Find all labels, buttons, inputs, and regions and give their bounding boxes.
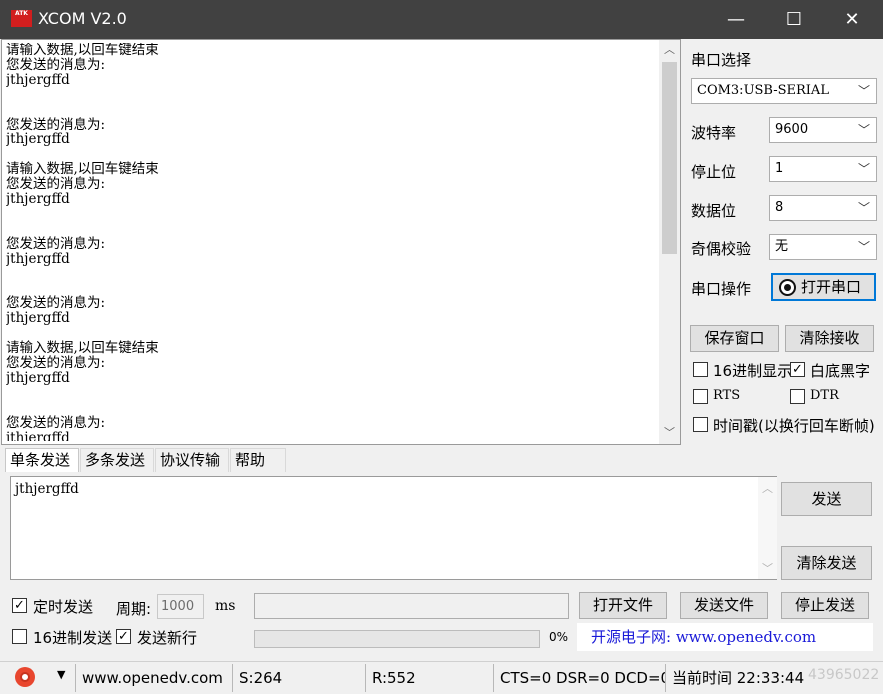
status-line-states: CTS=0 DSR=0 DCD=0 xyxy=(493,664,665,692)
port-status-icon xyxy=(779,279,796,296)
app-logo-icon: ATK xyxy=(11,10,32,27)
hex-send-label: 16进制发送 xyxy=(33,629,113,647)
status-website[interactable]: www.openedv.com xyxy=(75,664,229,692)
hex-display-label: 16进制显示 xyxy=(713,362,793,380)
send-text: jthjergffd xyxy=(15,481,79,497)
data-bits-select[interactable]: 8 ﹀ xyxy=(769,195,877,221)
progress-percent: 0% xyxy=(549,630,569,644)
stop-bits-select[interactable]: 1 ﹀ xyxy=(769,156,877,182)
scroll-down-icon[interactable]: ﹀ xyxy=(659,423,680,443)
dtr-checkbox[interactable] xyxy=(790,389,805,404)
parity-value: 无 xyxy=(775,239,789,254)
send-progress-bar xyxy=(254,630,540,648)
baud-select[interactable]: 9600 ﹀ xyxy=(769,117,877,143)
chevron-down-icon: ﹀ xyxy=(857,123,870,137)
stop-bits-label: 停止位 xyxy=(691,163,737,181)
tab-multi-send[interactable]: 多条发送 xyxy=(80,448,154,472)
baud-label: 波特率 xyxy=(691,124,737,142)
stop-send-button[interactable]: 停止发送 xyxy=(781,592,869,619)
white-black-label: 白底黑字 xyxy=(810,362,871,380)
send-file-button[interactable]: 发送文件 xyxy=(680,592,768,619)
receive-text: 请输入数据,以回车键结束 您发送的消息为: jthjergffd 您发送的消息为… xyxy=(6,43,159,441)
window-title: XCOM V2.0 xyxy=(38,9,127,28)
scroll-down-icon[interactable]: ﹀ xyxy=(758,559,777,579)
receive-scrollbar[interactable]: ︿ ﹀ xyxy=(659,40,680,444)
receive-area[interactable]: 请输入数据,以回车键结束 您发送的消息为: jthjergffd 您发送的消息为… xyxy=(1,39,681,445)
period-input[interactable]: 1000 xyxy=(157,594,204,619)
status-time: 当前时间 22:33:44 xyxy=(665,664,805,692)
send-newline-checkbox[interactable]: ✓ xyxy=(116,629,131,644)
scrollbar-thumb[interactable] xyxy=(662,62,677,254)
parity-select[interactable]: 无 ﹀ xyxy=(769,234,877,260)
chevron-down-icon: ﹀ xyxy=(857,201,870,215)
chevron-down-icon: ﹀ xyxy=(857,240,870,254)
tab-single-send[interactable]: 单条发送 xyxy=(5,448,79,472)
data-bits-value: 8 xyxy=(775,200,784,215)
tab-protocol[interactable]: 协议传输 xyxy=(155,448,229,472)
stop-bits-value: 1 xyxy=(775,161,784,176)
clear-receive-button[interactable]: 清除接收 xyxy=(785,325,874,352)
tab-help[interactable]: 帮助 xyxy=(230,448,286,472)
chevron-down-icon: ﹀ xyxy=(857,84,870,98)
parity-label: 奇偶校验 xyxy=(691,240,752,258)
clear-send-button[interactable]: 清除发送 xyxy=(781,546,872,580)
scroll-up-icon[interactable]: ︿ xyxy=(758,479,777,499)
minimize-button[interactable]: — xyxy=(707,0,765,39)
data-bits-label: 数据位 xyxy=(691,202,737,220)
port-op-label: 串口操作 xyxy=(691,280,752,298)
chevron-down-icon: ﹀ xyxy=(857,162,870,176)
period-unit: ms xyxy=(215,598,236,614)
rts-checkbox[interactable] xyxy=(693,389,708,404)
open-port-label: 打开串口 xyxy=(801,278,862,296)
port-select-value: COM3:USB-SERIAL xyxy=(697,83,829,98)
send-input[interactable]: jthjergffd ︿ ﹀ xyxy=(10,476,777,580)
close-button[interactable]: ✕ xyxy=(823,0,881,39)
status-received-count: R:552 xyxy=(365,664,493,692)
rts-label: RTS xyxy=(713,388,741,403)
white-black-checkbox[interactable]: ✓ xyxy=(790,362,805,377)
send-button[interactable]: 发送 xyxy=(781,482,872,516)
open-port-button[interactable]: 打开串口 xyxy=(771,273,876,301)
open-file-button[interactable]: 打开文件 xyxy=(579,592,667,619)
timestamp-label: 时间戳(以换行回车断帧) xyxy=(713,417,875,435)
timed-send-label: 定时发送 xyxy=(33,598,94,616)
send-newline-label: 发送新行 xyxy=(137,629,198,647)
send-scrollbar[interactable]: ︿ ﹀ xyxy=(758,477,777,579)
baud-value: 9600 xyxy=(775,122,809,137)
status-dropdown-icon[interactable]: ▼ xyxy=(57,668,65,681)
file-path-field[interactable] xyxy=(254,593,569,619)
port-select-label: 串口选择 xyxy=(691,51,752,69)
promo-link[interactable]: 开源电子网: www.openedv.com xyxy=(577,623,873,651)
timestamp-checkbox[interactable] xyxy=(693,417,708,432)
watermark-text: 43965022 xyxy=(808,667,880,683)
hex-display-checkbox[interactable] xyxy=(693,362,708,377)
timed-send-checkbox[interactable]: ✓ xyxy=(12,598,27,613)
maximize-button[interactable]: ☐ xyxy=(765,0,823,39)
save-window-button[interactable]: 保存窗口 xyxy=(690,325,779,352)
dtr-label: DTR xyxy=(810,388,839,403)
status-sent-count: S:264 xyxy=(232,664,362,692)
scroll-up-icon[interactable]: ︿ xyxy=(659,40,680,60)
port-select[interactable]: COM3:USB-SERIAL ﹀ xyxy=(691,78,877,104)
hex-send-checkbox[interactable] xyxy=(12,629,27,644)
period-label: 周期: xyxy=(116,600,152,618)
settings-gear-icon[interactable] xyxy=(15,667,35,687)
